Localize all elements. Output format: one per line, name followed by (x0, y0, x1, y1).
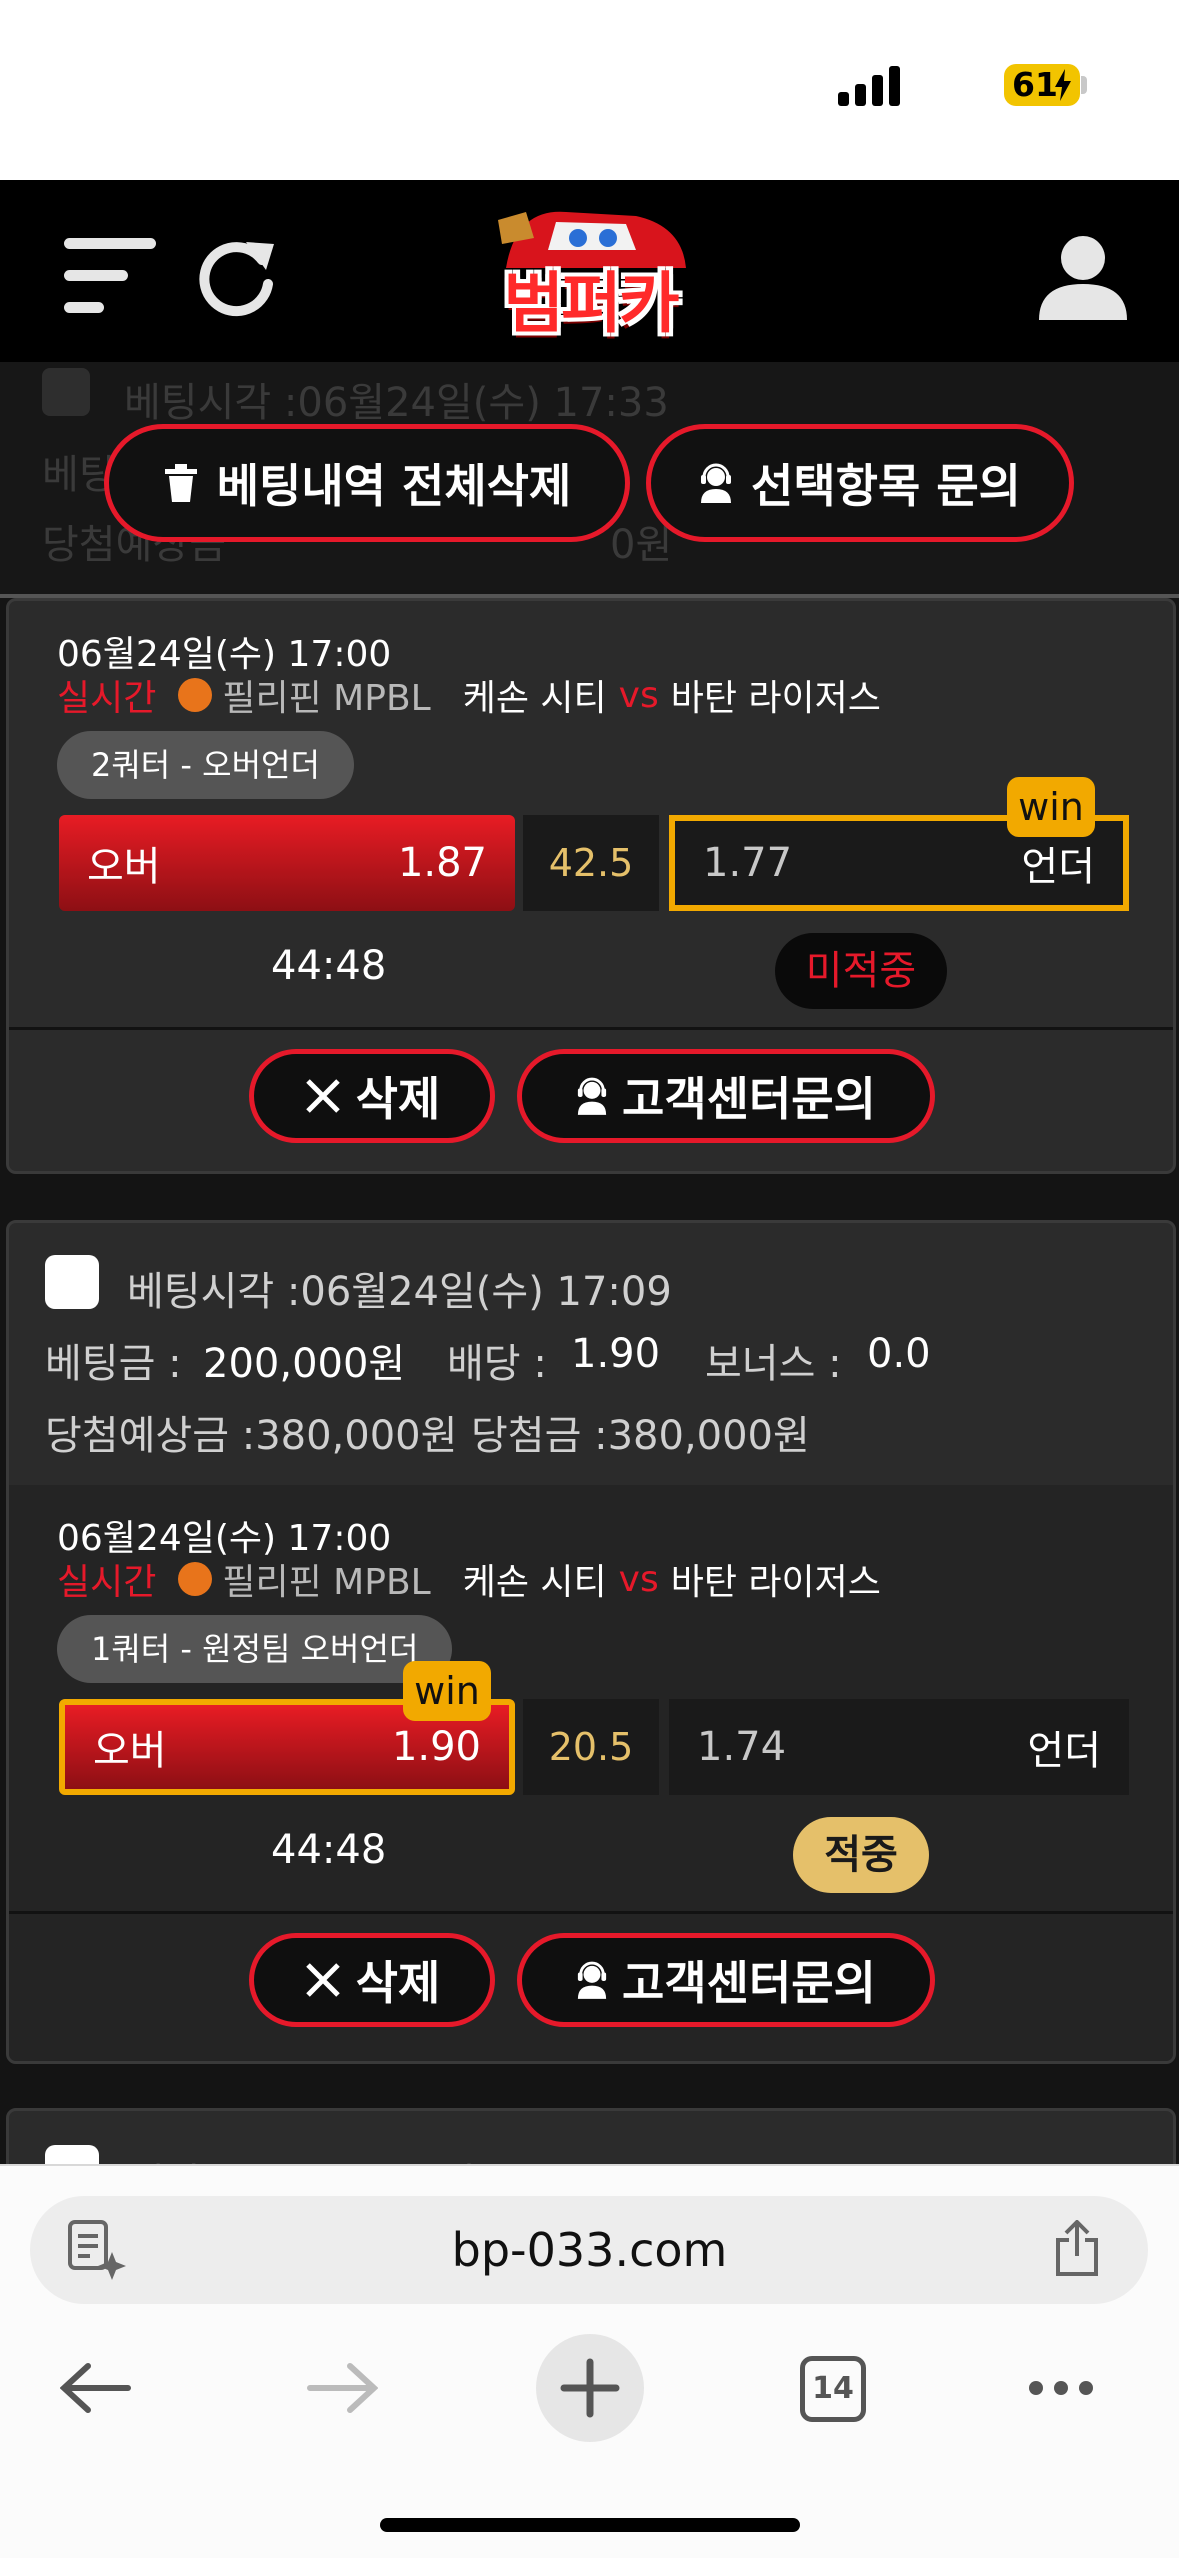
bet-card: 베팅시각 :06월24일(수) 17:09 베팅금 : 200,000원 배당 … (6, 1220, 1176, 2064)
basketball-icon (178, 678, 213, 712)
vs-label: vs (618, 1558, 659, 1600)
over-label: 오버 (87, 844, 161, 890)
game-clock: 44:48 (271, 1827, 387, 1873)
status-time: 6:06 (158, 56, 284, 113)
menu-icon[interactable] (64, 238, 156, 318)
bet-card: 06월24일(수) 17:00 실시간 필리핀 MPBL 케손 시티 vs 바탄… (6, 598, 1176, 1174)
network-label: LTE (920, 62, 990, 106)
support-agent-icon (577, 1077, 607, 1115)
over-odds: 1.90 (391, 1724, 481, 1770)
result-badge-hit: 적중 (793, 1817, 929, 1893)
inquiry-label: 고객센터문의 (622, 1072, 876, 1126)
more-icon[interactable] (1026, 2378, 1096, 2398)
delete-button[interactable]: 삭제 (249, 1049, 495, 1143)
logo-text[interactable]: 범퍼카 (490, 250, 690, 346)
vs-label: vs (618, 674, 659, 716)
odds-label: 배당 : (447, 1341, 547, 1387)
league-name: 필리핀 MPBL (222, 678, 431, 719)
user-icon[interactable] (1035, 228, 1131, 324)
bonus-value: 0.0 (867, 1331, 931, 1377)
game-clock: 44:48 (271, 943, 387, 989)
under-odds-cell[interactable]: 1.74 언더 (669, 1699, 1129, 1795)
game-info: 실시간 필리핀 MPBL 케손 시티 vs 바탄 라이저스 (57, 1553, 881, 1605)
delete-all-label: 베팅내역 전체삭제 (216, 459, 572, 513)
bet-time: 베팅시각 :06월24일(수) 17:09 (127, 1269, 672, 1315)
home-indicator (380, 2518, 800, 2532)
share-icon[interactable] (1052, 2220, 1102, 2278)
delete-all-history-button[interactable]: 베팅내역 전체삭제 (104, 424, 630, 542)
delete-label: 삭제 (355, 1956, 441, 2010)
away-team: 바탄 라이저스 (670, 1562, 881, 1603)
charging-icon (1055, 69, 1071, 101)
stake-value: 200,000원 (203, 1341, 406, 1387)
game-detail: 06월24일(수) 17:00 실시간 필리핀 MPBL 케손 시티 vs 바탄… (9, 1485, 1173, 2061)
over-label: 오버 (93, 1728, 167, 1774)
close-icon (305, 1079, 340, 1113)
delete-label: 삭제 (355, 1072, 441, 1126)
battery-level: 61 (1012, 65, 1058, 104)
handicap-line: 20.5 (523, 1699, 659, 1795)
home-team: 케손 시티 (462, 678, 607, 719)
stake-label: 베팅금 : (45, 1341, 182, 1387)
back-icon[interactable] (60, 2362, 132, 2414)
tabs-button[interactable]: 14 (800, 2356, 866, 2422)
url-text[interactable]: bp-033.com (0, 2196, 1179, 2304)
away-team: 바탄 라이저스 (670, 678, 881, 719)
under-label: 언더 (1021, 844, 1095, 890)
inquire-selected-button[interactable]: 선택항목 문의 (646, 424, 1074, 542)
league-name: 필리핀 MPBL (222, 1562, 431, 1603)
customer-center-inquiry-button[interactable]: 고객센터문의 (517, 1933, 935, 2027)
live-status: 실시간 (57, 1562, 157, 1603)
game-info: 실시간 필리핀 MPBL 케손 시티 vs 바탄 라이저스 (57, 669, 881, 721)
customer-center-inquiry-button[interactable]: 고객센터문의 (517, 1049, 935, 1143)
inquiry-label: 고객센터문의 (622, 1956, 876, 2010)
trash-icon (164, 464, 197, 502)
expected-payout: 당첨예상금 :380,000원 (45, 1413, 458, 1459)
actual-payout: 당첨금 :380,000원 (471, 1413, 810, 1459)
battery-tip (1081, 76, 1087, 94)
under-label: 언더 (1027, 1728, 1101, 1774)
basketball-icon (178, 1562, 213, 1596)
win-badge: win (403, 1661, 491, 1721)
odds-value: 1.90 (571, 1331, 661, 1377)
win-badge: win (1007, 777, 1095, 837)
plus-icon (560, 2358, 620, 2418)
tab-count: 14 (812, 2371, 854, 2406)
divider (9, 1027, 1173, 1030)
handicap-line: 42.5 (523, 815, 659, 911)
over-odds-cell[interactable]: 오버 1.87 (59, 815, 515, 911)
under-odds: 1.77 (703, 840, 793, 886)
under-odds: 1.74 (697, 1724, 787, 1770)
forward-icon[interactable] (306, 2362, 378, 2414)
delete-button[interactable]: 삭제 (249, 1933, 495, 2027)
market-pill: 2쿼터 - 오버언더 (57, 731, 354, 799)
divider (9, 1911, 1173, 1914)
live-status: 실시간 (57, 678, 157, 719)
signal-icon (838, 66, 900, 106)
result-badge-miss: 미적중 (775, 933, 947, 1009)
support-agent-icon (577, 1961, 607, 1999)
market-pill: 1쿼터 - 원정팀 오버언더 (57, 1615, 453, 1683)
new-tab-button[interactable] (536, 2334, 644, 2442)
home-team: 케손 시티 (462, 1562, 607, 1603)
support-agent-icon (701, 463, 732, 503)
bonus-label: 보너스 : (705, 1341, 842, 1387)
over-odds: 1.87 (397, 840, 487, 886)
close-icon (305, 1963, 340, 1997)
select-checkbox[interactable] (45, 1255, 99, 1309)
inquiry-selected-label: 선택항목 문의 (751, 459, 1021, 513)
refresh-icon[interactable] (196, 234, 280, 318)
